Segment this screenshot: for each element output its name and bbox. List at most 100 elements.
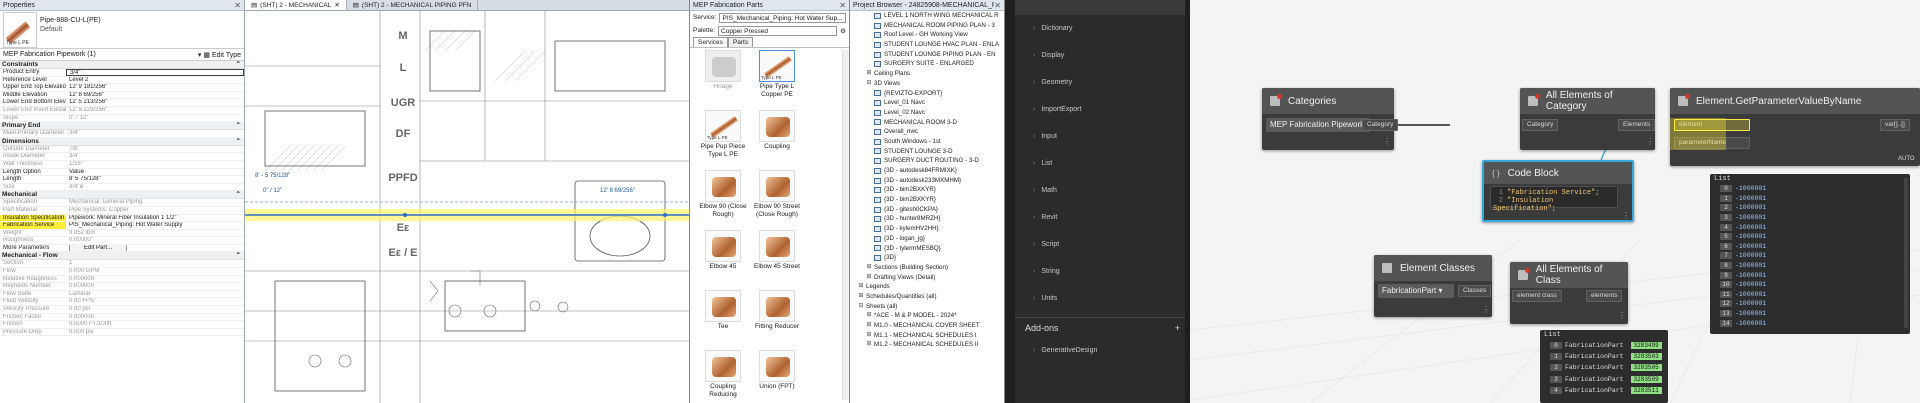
fabrication-part-item[interactable]: Elbow 45 Street xyxy=(752,230,802,286)
expand-icon[interactable]: ⊞ xyxy=(866,311,872,321)
browser-tree-item[interactable]: ⊞ M1.2 - MECHANICAL SCHEDULES II xyxy=(850,340,1004,350)
property-row[interactable]: Length 8' 5 75/128" xyxy=(0,176,244,184)
property-value[interactable]: 0.000000 xyxy=(66,276,244,283)
tab-sheet-mechanical-piping[interactable]: ▤ (SHT) 2 - MECHANICAL PIPING PFN xyxy=(347,0,479,10)
element-id-badge[interactable]: 3283499 xyxy=(1630,342,1662,350)
expand-icon[interactable]: ⊞ xyxy=(866,340,872,350)
service-select[interactable]: PIS_Mechanical_Piping: Hot Water Sup... xyxy=(719,12,846,23)
list-item[interactable]: 3 FabricationPart 3283509 xyxy=(1540,374,1668,385)
browser-tree-item[interactable]: ⊞ Ceiling Plans xyxy=(850,69,1004,79)
collapse-icon[interactable]: ⌃ xyxy=(236,122,241,129)
more-icon[interactable]: ⋮ xyxy=(1383,138,1391,146)
element-list-preview[interactable]: List 0 FabricationPart 3283499 1 Fabrication… xyxy=(1540,330,1668,403)
collapse-icon[interactable]: ⊟ xyxy=(858,302,864,312)
property-row[interactable]: Roughness 0.00000" xyxy=(0,237,244,245)
property-row[interactable]: Friction 0.0000 FT/100ft xyxy=(0,321,244,329)
property-value[interactable]: 0.000000 xyxy=(66,283,244,290)
collapse-icon[interactable]: ⌃ xyxy=(236,191,241,198)
property-value[interactable]: 0.000 GPM xyxy=(66,268,244,275)
property-value[interactable]: 12' 8 69/256" xyxy=(66,92,244,99)
fabrication-part-item[interactable]: Type L PE Pipe Type L Copper PE xyxy=(752,50,802,106)
expand-icon[interactable]: ⊞ xyxy=(866,321,872,331)
property-group-header[interactable]: Constraints ⌃ xyxy=(0,61,244,69)
property-value[interactable]: 3.852 lbm xyxy=(66,230,244,237)
browser-tree-item[interactable]: {3D - autodesk84FRMIXK} xyxy=(850,166,1004,176)
browser-tree-item[interactable]: {3D - bim2BXKYR} xyxy=(850,185,1004,195)
tab-sheet-mechanical[interactable]: ▤ (SHT) 2 - MECHANICAL ✕ xyxy=(245,0,347,10)
fabrication-part-item[interactable]: Elbow 45 xyxy=(698,230,748,286)
expand-icon[interactable]: ⊞ xyxy=(858,292,864,302)
property-row[interactable]: Fabrication Service PIS_Mechanical_Piping… xyxy=(0,222,244,230)
property-value[interactable]: 3/4" xyxy=(66,153,244,160)
element-id-badge[interactable]: 3283511 xyxy=(1630,386,1662,394)
browser-tree-item[interactable]: {3D - autodesk233MXMHM} xyxy=(850,176,1004,186)
palette-select[interactable]: Copper Pressed xyxy=(718,25,838,36)
collapse-icon[interactable]: ⌃ xyxy=(236,138,241,145)
property-row[interactable]: Upper End Top Elevation 12' 9 181/256" xyxy=(0,84,244,92)
var-output-port[interactable]: var[]..[] xyxy=(1880,119,1910,131)
property-row[interactable]: Lower End Bottom Elevati...12' 5 213/256… xyxy=(0,99,244,107)
drawing-view[interactable]: ▤ (SHT) 2 - MECHANICAL ✕ ▤ (SHT) 2 - MECHAN… xyxy=(245,0,690,403)
element-id-badge[interactable]: 3283503 xyxy=(1630,353,1662,361)
property-value[interactable]: Pipe Systems: Copper xyxy=(66,207,244,214)
collapse-icon[interactable]: ⌃ xyxy=(236,61,241,68)
property-value[interactable]: 0.00 psi xyxy=(66,306,244,313)
property-value[interactable]: 7/8" xyxy=(66,146,244,153)
property-group-header[interactable]: Mechanical ⌃ xyxy=(0,191,244,200)
elevation-annotation[interactable]: 12' 8 69/256" xyxy=(600,188,635,194)
property-row[interactable]: Relative Roughness 0.000000 xyxy=(0,276,244,284)
property-row[interactable]: Flow State Laminar xyxy=(0,291,244,299)
browser-tree-item[interactable]: {3D - bim2BXKYR} xyxy=(850,195,1004,205)
browser-tree-item[interactable]: ⊞ Schedules/Quantities (all) xyxy=(850,292,1004,302)
tab-services[interactable]: Services xyxy=(693,37,728,47)
list-item[interactable]: 0 FabricationPart 3283499 xyxy=(1540,340,1668,351)
list-item[interactable]: 2 -1000001 xyxy=(1710,203,1910,213)
expand-icon[interactable]: ⊞ xyxy=(866,273,872,283)
property-row[interactable]: Main Primary Diameter 3/4" xyxy=(0,130,244,138)
library-category[interactable]: › List xyxy=(1015,150,1190,177)
close-icon[interactable]: ✕ xyxy=(839,1,846,10)
browser-tree-item[interactable]: {3D - gitesh0CKPA} xyxy=(850,205,1004,215)
property-value[interactable]: 12' 9 181/256" xyxy=(66,84,244,91)
property-value[interactable]: PIS_Mechanical_Piping: Hot Water Supply xyxy=(66,222,244,229)
list-item[interactable]: 7 -1000001 xyxy=(1710,251,1910,261)
list-item[interactable]: 0 -1000001 xyxy=(1710,184,1910,194)
property-value[interactable]: Level 2 xyxy=(66,77,244,84)
property-value[interactable]: 3/4"ø xyxy=(66,184,244,191)
more-icon[interactable]: ⋮ xyxy=(1622,212,1630,220)
property-row[interactable]: Specification Mechanical: General Piping xyxy=(0,199,244,207)
property-row[interactable]: Outside Diameter 7/8" xyxy=(0,146,244,154)
add-icon[interactable]: + xyxy=(1175,323,1180,333)
element-id-badge[interactable]: 3283509 xyxy=(1630,375,1662,383)
property-value[interactable]: 8' 5 75/128" xyxy=(66,176,244,183)
browser-tree-item[interactable]: Roof Level - GH Working View xyxy=(850,30,1004,40)
browser-tree-item[interactable]: STUDENT LOUNGE 3-D xyxy=(850,147,1004,157)
list-item[interactable]: 9 -1000001 xyxy=(1710,270,1910,280)
fabrication-part-item[interactable]: Type L PE Pipe Pup Piece Type L PE xyxy=(698,110,748,166)
close-icon[interactable]: ✕ xyxy=(234,1,241,10)
property-value[interactable]: Laminar xyxy=(66,291,244,298)
list-item[interactable]: 13 -1000001 xyxy=(1710,309,1910,319)
browser-tree-item[interactable]: {3D - hunter8MRZH} xyxy=(850,214,1004,224)
property-value[interactable]: 1 xyxy=(66,260,244,267)
close-icon[interactable]: ✕ xyxy=(994,1,1001,10)
property-group-header[interactable]: Mechanical - Flow ⌃ xyxy=(0,252,244,261)
browser-tree-item[interactable]: {3D - logan_jg} xyxy=(850,234,1004,244)
property-row[interactable]: Reynolds Number 0.000000 xyxy=(0,283,244,291)
addon-package[interactable]: › GenerativeDesign xyxy=(1015,337,1190,364)
property-value[interactable]: 3/4" xyxy=(66,69,244,76)
library-category[interactable]: › Units xyxy=(1015,285,1190,312)
collapse-icon[interactable]: ⊟ xyxy=(866,79,872,89)
browser-tree-item[interactable]: ⊞ M1.1 - MECHANICAL SCHEDULES I xyxy=(850,331,1004,341)
element-id-badge[interactable]: 3283505 xyxy=(1630,364,1662,372)
instance-filter-row[interactable]: MEP Fabrication Pipework (1) ▾ ▦ Edit Ty… xyxy=(0,49,244,61)
library-category[interactable]: › ImportExport xyxy=(1015,96,1190,123)
browser-tree-item[interactable]: Level_01 Navc xyxy=(850,98,1004,108)
browser-tree-item[interactable]: South Windows - 1st xyxy=(850,137,1004,147)
property-row[interactable]: Slope 0" / 12" xyxy=(0,115,244,123)
property-value[interactable]: Value xyxy=(66,169,244,176)
category-dropdown[interactable]: MEP Fabrication Pipework ▾ xyxy=(1266,118,1370,132)
settings-icon[interactable]: ⚙ xyxy=(840,27,846,35)
browser-tree-item[interactable]: ⊟ Sheets (all) xyxy=(850,302,1004,312)
property-row[interactable]: Part Material Pipe Systems: Copper xyxy=(0,207,244,215)
